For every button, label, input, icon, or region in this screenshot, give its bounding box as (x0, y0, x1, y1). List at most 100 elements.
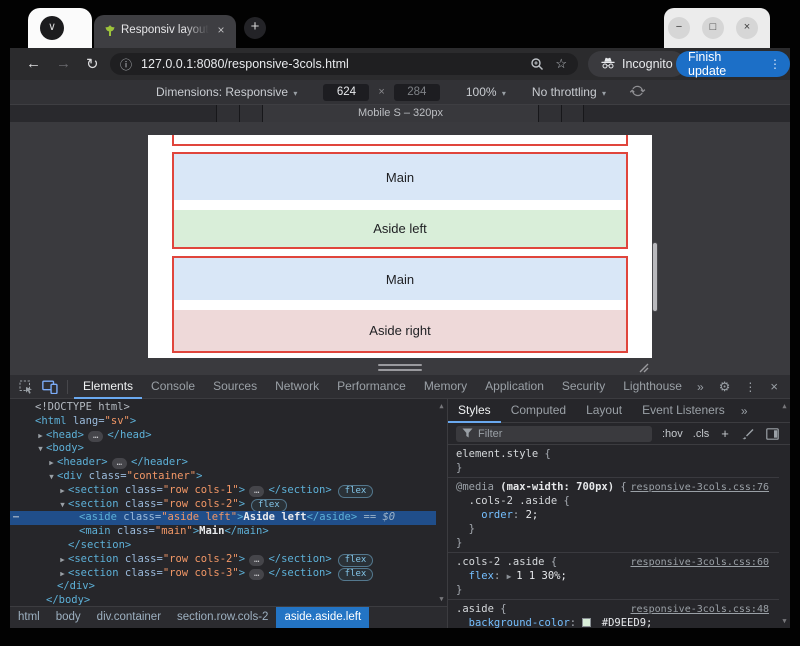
devtools-tab-elements[interactable]: Elements (74, 375, 142, 399)
dom-tree-node[interactable]: <html lang="sv"> (10, 415, 436, 429)
dom-tree-node[interactable]: </div> (10, 580, 436, 594)
devtools-tab-network[interactable]: Network (266, 375, 328, 399)
url-text[interactable]: 127.0.0.1:8080/responsive-3cols.html (141, 57, 530, 71)
dom-tree-node[interactable]: ▶<section class="row cols-3">…</section>… (10, 567, 436, 581)
css-rule-line[interactable]: } (456, 583, 779, 597)
more-tabs-icon[interactable]: » (691, 380, 709, 394)
css-rule-line[interactable]: } (456, 461, 779, 475)
throttling-dropdown[interactable]: No throttling ▾ (532, 85, 606, 99)
rendering-brush-icon[interactable] (741, 427, 754, 440)
expand-arrow-icon[interactable]: ▼ (46, 470, 57, 484)
dom-tree-node[interactable]: </section> (10, 539, 436, 553)
styles-filter-input[interactable]: Filter (456, 426, 652, 442)
more-tabs-icon[interactable]: » (735, 404, 753, 418)
ruler-segment[interactable] (538, 105, 561, 122)
back-icon[interactable]: ← (26, 55, 41, 72)
expand-children-button[interactable]: … (112, 458, 127, 469)
dock-panel-icon[interactable] (766, 428, 779, 440)
devtools-close-icon[interactable]: × (770, 379, 778, 394)
devtools-tab-security[interactable]: Security (553, 375, 614, 399)
minimize-button[interactable]: − (668, 17, 690, 39)
finish-update-button[interactable]: Finish update ⋮ (676, 51, 790, 77)
css-rule-line[interactable]: .cols-2 .aside { (456, 494, 779, 508)
width-input[interactable]: 624 (323, 84, 369, 101)
dom-tree-node[interactable]: ▶<section class="row cols-1">…</section>… (10, 484, 436, 498)
devtools-tab-memory[interactable]: Memory (415, 375, 476, 399)
dom-tree-node[interactable]: ▼<div class="container"> (10, 470, 436, 484)
flex-badge[interactable]: flex (338, 554, 374, 567)
devtools-tab-sources[interactable]: Sources (204, 375, 266, 399)
breadcrumb-item-html[interactable]: html (10, 607, 48, 628)
new-style-rule-icon[interactable]: + (721, 426, 729, 441)
ruler-segment-mobile-s[interactable]: Mobile S – 320px (262, 105, 538, 122)
height-input[interactable]: 284 (394, 84, 440, 101)
flex-badge[interactable]: flex (338, 568, 374, 581)
tab-close-icon[interactable]: × (213, 23, 229, 39)
new-tab-button[interactable]: + (244, 17, 266, 39)
dom-tree-node[interactable]: ▶<section class="row cols-2">…</section>… (10, 553, 436, 567)
expand-arrow-icon[interactable]: ▼ (57, 498, 68, 512)
window-close-button[interactable]: × (736, 17, 758, 39)
devtools-menu-icon[interactable]: ⋮ (744, 380, 756, 394)
reload-icon[interactable]: ↻ (86, 55, 99, 73)
expand-children-button[interactable]: … (249, 486, 264, 497)
dom-tree-node[interactable]: </body> (10, 594, 436, 606)
dom-tree-node[interactable]: ▶<head>…</head> (10, 429, 436, 443)
dom-tree-node[interactable]: <!DOCTYPE html> (10, 401, 436, 415)
settings-gear-icon[interactable]: ⚙ (719, 379, 731, 395)
expand-children-button[interactable]: … (249, 569, 264, 580)
devtools-tab-performance[interactable]: Performance (328, 375, 415, 399)
zoom-dropdown[interactable]: 100% ▾ (466, 85, 506, 99)
css-rule-line[interactable]: background-color: #D9EED9; (456, 616, 779, 628)
dom-tree-node[interactable]: ⋯<aside class="aside left">Aside left</a… (10, 511, 436, 525)
devtools-tab-console[interactable]: Console (142, 375, 204, 399)
breadcrumb-item-section-row-cols-2[interactable]: section.row.cols-2 (169, 607, 276, 628)
ruler-segment[interactable] (239, 105, 262, 122)
device-toolbar-toggle-icon[interactable] (42, 380, 58, 394)
dom-tree-node[interactable]: <main class="main">Main</main> (10, 525, 436, 539)
address-bar[interactable]: ⓘ 127.0.0.1:8080/responsive-3cols.html ☆ (110, 53, 578, 75)
zoom-icon[interactable] (530, 57, 544, 71)
breadcrumb-item-div-container[interactable]: div.container (89, 607, 169, 628)
inspect-element-icon[interactable] (19, 380, 33, 394)
dom-tree-node[interactable]: ▶<header>…</header> (10, 456, 436, 470)
css-rule-line[interactable]: } (456, 536, 779, 550)
tree-scrollbar[interactable]: ▲ ▼ (436, 399, 447, 606)
maximize-button[interactable]: □ (702, 17, 724, 39)
stylesheet-link[interactable]: responsive-3cols.css:76 (631, 482, 769, 493)
styles-tab-computed[interactable]: Computed (501, 399, 576, 423)
css-rule-line[interactable]: flex: ▶ 1 1 30%; (456, 569, 779, 583)
css-rule-line[interactable]: } (456, 522, 779, 536)
devtools-drag-handle[interactable] (378, 364, 422, 374)
site-info-icon[interactable]: ⓘ (120, 56, 132, 73)
page-scrollbar[interactable] (653, 243, 657, 311)
expand-children-button[interactable]: … (249, 555, 264, 566)
hover-state-toggle[interactable]: :hov (662, 428, 683, 440)
expand-arrow-icon[interactable]: ▶ (46, 456, 57, 470)
stylesheet-link[interactable]: responsive-3cols.css:60 (631, 557, 769, 568)
class-toggle[interactable]: .cls (693, 428, 710, 440)
scroll-up-icon[interactable]: ▲ (436, 402, 447, 410)
breadcrumb-item-aside-aside-left[interactable]: aside.aside.left (276, 607, 369, 628)
expand-children-button[interactable]: … (88, 431, 103, 442)
expand-arrow-icon[interactable]: ▶ (57, 567, 68, 581)
styles-tab-event-listeners[interactable]: Event Listeners (632, 399, 735, 423)
color-swatch[interactable] (582, 618, 591, 627)
scroll-down-icon[interactable]: ▼ (436, 595, 447, 603)
browser-menu-icon[interactable]: ⋮ (769, 57, 781, 71)
dom-tree-node[interactable]: ▼<section class="row cols-2">flex (10, 498, 436, 512)
ruler-segment[interactable] (561, 105, 584, 122)
dimensions-dropdown[interactable]: Dimensions: Responsive ▾ (156, 85, 297, 99)
tab-search-button[interactable]: ∨ (40, 16, 64, 40)
flex-badge[interactable]: flex (338, 485, 374, 498)
bookmark-star-icon[interactable]: ☆ (555, 56, 567, 72)
scroll-down-icon[interactable]: ▼ (779, 617, 790, 625)
expand-arrow-icon[interactable]: ▶ (57, 484, 68, 498)
css-rule-line[interactable]: element.style { (456, 447, 779, 461)
expand-arrow-icon[interactable]: ▶ (35, 429, 46, 443)
stylesheet-link[interactable]: responsive-3cols.css:48 (631, 604, 769, 615)
breadcrumb-item-body[interactable]: body (48, 607, 89, 628)
browser-tab[interactable]: Responsiv layout, 3 kolu × (94, 15, 236, 48)
devtools-tab-lighthouse[interactable]: Lighthouse (614, 375, 691, 399)
css-rule-line[interactable]: order: 2; (456, 508, 779, 522)
